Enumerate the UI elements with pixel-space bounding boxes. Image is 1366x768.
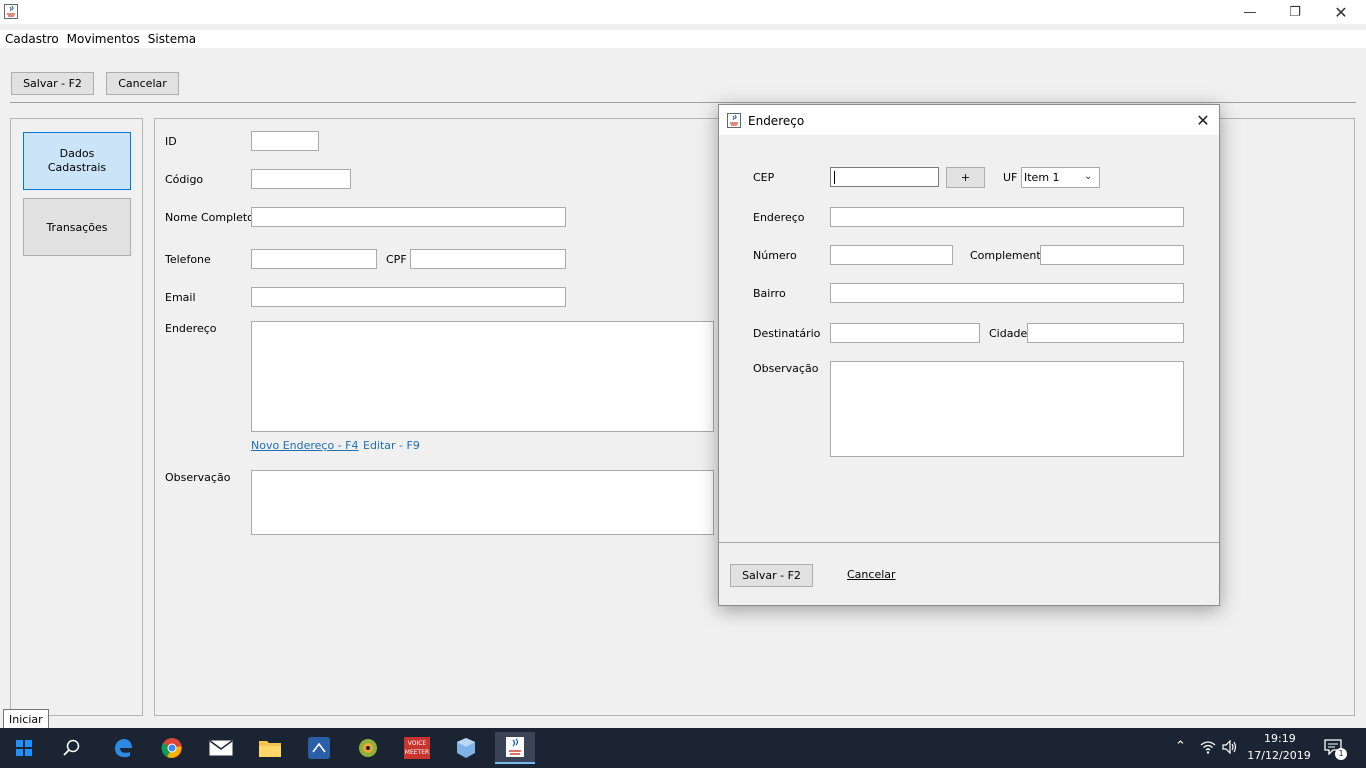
uf-label: UF: [1003, 171, 1018, 184]
cpf-field[interactable]: [410, 249, 566, 269]
id-label: ID: [165, 135, 177, 148]
code-field[interactable]: [251, 169, 351, 189]
phone-label: Telefone: [165, 253, 211, 266]
sidebar-item-label: Dados Cadastrais: [47, 147, 107, 174]
taskbar: VOICE MEETER ⌃ 19:19 17/12/2019 1: [0, 728, 1366, 768]
wifi-icon[interactable]: [1200, 740, 1216, 757]
address-dialog: Endereço ✕ CEP + UF Item 1 ⌄ Endereço Nú…: [718, 104, 1220, 606]
email-label: Email: [165, 291, 196, 304]
address-label: Endereço: [165, 322, 217, 335]
notification-count: 1: [1335, 748, 1347, 760]
notes-textarea[interactable]: [251, 470, 714, 535]
city-label: Cidade: [989, 327, 1028, 340]
fullname-label: Nome Completo: [165, 211, 254, 224]
cep-field[interactable]: [830, 167, 939, 187]
start-tooltip: Iniciar: [3, 709, 49, 729]
edge-icon[interactable]: [103, 732, 143, 764]
dialog-save-button[interactable]: Salvar - F2: [730, 564, 813, 587]
dialog-notes-textarea[interactable]: [830, 361, 1184, 457]
edit-address-link[interactable]: Editar - F9: [363, 439, 420, 452]
app-icon[interactable]: [348, 732, 388, 764]
minimize-icon[interactable]: —: [1227, 0, 1273, 24]
menu-cadastro[interactable]: Cadastro: [5, 32, 59, 46]
new-address-link[interactable]: Novo Endereço - F4: [251, 439, 358, 452]
recipient-field[interactable]: [830, 323, 980, 343]
dialog-notes-label: Observação: [753, 362, 819, 375]
fullname-field[interactable]: [251, 207, 566, 227]
cep-search-button[interactable]: +: [946, 167, 985, 188]
vscode-icon[interactable]: [299, 732, 339, 764]
district-label: Bairro: [753, 287, 786, 300]
chevron-up-icon[interactable]: ⌃: [1175, 739, 1186, 754]
chrome-icon[interactable]: [152, 732, 192, 764]
email-field[interactable]: [251, 287, 566, 307]
menu-bar: Cadastro Movimentos Sistema: [0, 30, 1366, 48]
windows-start-icon[interactable]: [4, 732, 44, 764]
cpf-label: CPF: [386, 253, 407, 266]
mail-icon[interactable]: [201, 732, 241, 764]
java-app-icon: [727, 113, 741, 128]
city-field[interactable]: [1027, 323, 1184, 343]
notification-icon[interactable]: 1: [1324, 739, 1347, 760]
sidebar-item-label: Transações: [46, 220, 108, 234]
id-field[interactable]: [251, 131, 319, 151]
complement-label: Complemento: [970, 249, 1048, 262]
dialog-title: Endereço: [748, 114, 805, 128]
dialog-footer-separator: [719, 542, 1219, 543]
dialog-address-label: Endereço: [753, 211, 805, 224]
address-textarea[interactable]: [251, 321, 714, 432]
clock-date[interactable]: 17/12/2019: [1246, 749, 1312, 762]
voicemeeter-icon[interactable]: VOICE MEETER: [397, 732, 437, 764]
search-icon[interactable]: [52, 732, 92, 764]
menu-sistema[interactable]: Sistema: [148, 32, 196, 46]
cep-label: CEP: [753, 171, 775, 184]
dialog-title-bar: Endereço ✕: [719, 105, 1219, 135]
java-app-icon: [4, 4, 18, 19]
phone-field[interactable]: [251, 249, 377, 269]
district-field[interactable]: [830, 283, 1184, 303]
chevron-down-icon: ⌄: [1084, 171, 1093, 182]
cancel-button[interactable]: Cancelar: [106, 72, 179, 95]
code-label: Código: [165, 173, 204, 186]
complement-field[interactable]: [1040, 245, 1184, 265]
save-button[interactable]: Salvar - F2: [11, 72, 94, 95]
file-explorer-icon[interactable]: [250, 732, 290, 764]
number-label: Número: [753, 249, 797, 262]
uf-selected-value: Item 1: [1024, 171, 1060, 184]
virtualbox-icon[interactable]: [446, 732, 486, 764]
uf-select[interactable]: Item 1 ⌄: [1021, 167, 1100, 188]
sidebar-item-dados-cadastrais[interactable]: Dados Cadastrais: [23, 132, 131, 190]
notes-label: Observação: [165, 471, 231, 484]
dialog-address-field[interactable]: [830, 207, 1184, 227]
java-icon[interactable]: [495, 732, 535, 764]
menu-movimentos[interactable]: Movimentos: [67, 32, 140, 46]
clock-time[interactable]: 19:19: [1264, 732, 1296, 745]
volume-icon[interactable]: [1222, 739, 1238, 757]
recipient-label: Destinatário: [753, 327, 821, 340]
dialog-close-icon[interactable]: ✕: [1193, 110, 1213, 130]
number-field[interactable]: [830, 245, 953, 265]
sidebar-item-transacoes[interactable]: Transações: [23, 198, 131, 256]
close-icon[interactable]: ✕: [1318, 0, 1364, 24]
dialog-cancel-link[interactable]: Cancelar: [847, 568, 896, 581]
restore-icon[interactable]: ❐: [1272, 0, 1318, 24]
voicemeeter-label: VOICE MEETER: [404, 737, 430, 759]
window-title-bar: — ❐ ✕: [0, 0, 1366, 24]
toolbar-separator: [10, 102, 1356, 103]
